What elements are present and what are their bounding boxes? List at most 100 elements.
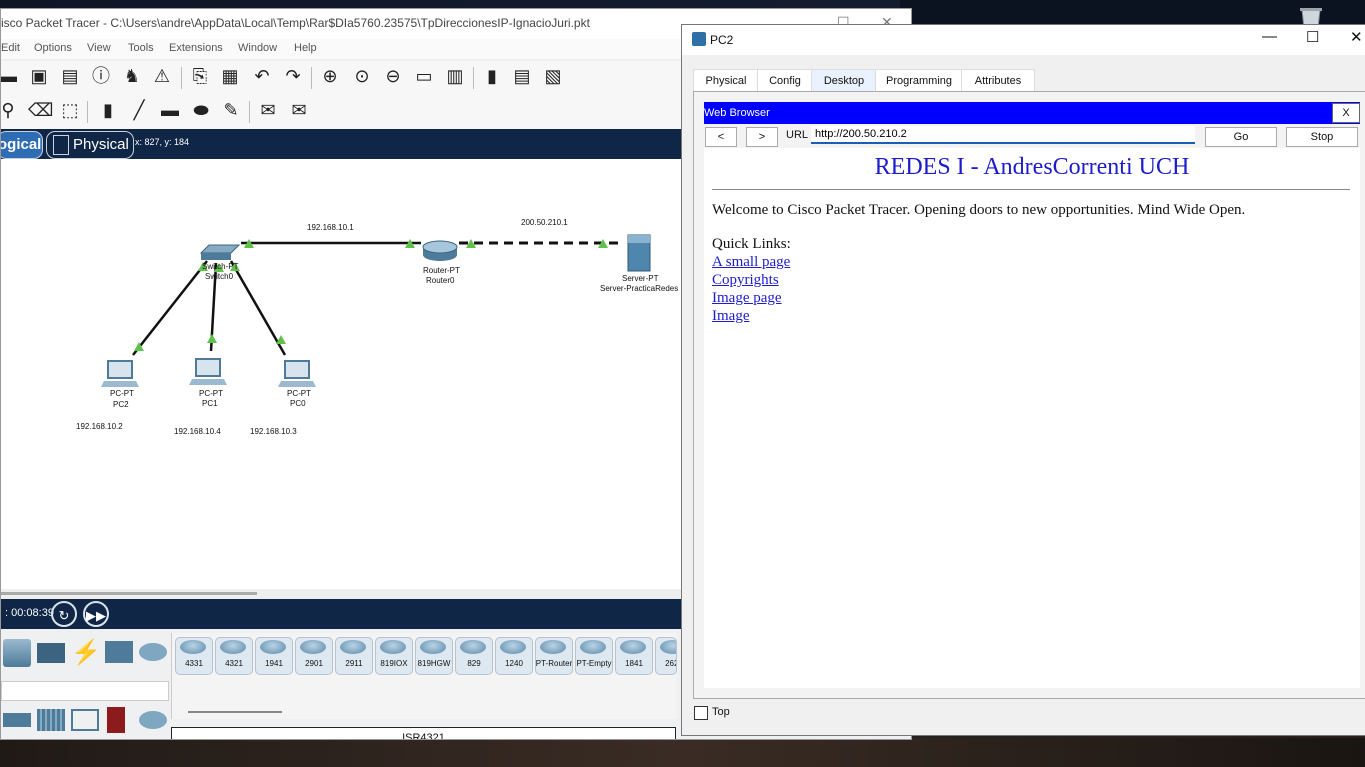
device-819iox[interactable]: 819IOX xyxy=(375,637,413,675)
menu-extensions[interactable]: Extensions xyxy=(169,42,223,54)
device-pt-router[interactable]: PT-Router xyxy=(535,637,573,675)
device-1841[interactable]: 1841 xyxy=(615,637,653,675)
inspect-icon[interactable]: ⚲ xyxy=(1,99,19,121)
link-small-page[interactable]: A small page xyxy=(712,254,790,271)
pc1-icon[interactable] xyxy=(189,358,227,385)
notes-icon[interactable]: ▮ xyxy=(481,65,503,87)
menu-view[interactable]: View xyxy=(87,42,111,54)
delete-icon[interactable]: ⌫ xyxy=(28,99,53,121)
page-divider xyxy=(712,189,1350,190)
switches-subcategory-icon[interactable] xyxy=(3,713,31,727)
rectangle-icon[interactable]: ▬ xyxy=(159,99,181,121)
tab-config[interactable]: Config xyxy=(757,69,813,92)
fast-forward-icon[interactable]: ▶▶ xyxy=(83,601,109,627)
welcome-text: Welcome to Cisco Packet Tracer. Opening … xyxy=(712,202,1246,218)
device-4321[interactable]: 4321 xyxy=(215,637,253,675)
info-icon[interactable]: ⓘ xyxy=(90,65,112,87)
image-icon[interactable]: ▧ xyxy=(542,65,564,87)
reset-time-icon[interactable]: ↻ xyxy=(51,601,77,627)
device-2620[interactable]: 2620 xyxy=(655,637,677,675)
menu-edit[interactable]: Edit xyxy=(1,42,20,54)
stop-button[interactable]: Stop xyxy=(1286,127,1358,147)
end-devices-category-icon[interactable] xyxy=(3,639,31,667)
switch-name-label: Switch0 xyxy=(205,272,234,281)
scroll-thumb[interactable] xyxy=(1,592,257,595)
device-2901[interactable]: 2901 xyxy=(295,637,333,675)
topology-diagram: 192.168.10.1 200.50.210.1 Switch-PT Swit… xyxy=(76,218,678,436)
freeform-icon[interactable]: ✎ xyxy=(220,99,242,121)
device-search-field[interactable] xyxy=(1,681,169,701)
tab-attributes[interactable]: Attributes xyxy=(961,69,1035,92)
copy-icon[interactable]: ⎘ xyxy=(189,65,211,87)
device-list-scrollbar[interactable] xyxy=(188,711,282,713)
top-checkbox-label: Top xyxy=(712,706,730,718)
components-category-icon[interactable] xyxy=(105,641,133,663)
device-pt-empty[interactable]: PT-Empty xyxy=(575,637,613,675)
zoom-reset-icon[interactable]: ⊙ xyxy=(351,65,373,87)
draw-line-icon[interactable]: ╱ xyxy=(128,99,150,121)
browser-page: REDES I - AndresCorrenti UCH Welcome to … xyxy=(704,148,1360,688)
drawing-palette-icon[interactable]: ▭ xyxy=(413,65,435,87)
physical-mode-button[interactable]: Physical xyxy=(46,131,134,159)
custom-devices-icon[interactable]: ▥ xyxy=(444,65,466,87)
menu-help[interactable]: Help xyxy=(294,42,317,54)
menu-tools[interactable]: Tools xyxy=(128,42,154,54)
zoom-out-icon[interactable]: ⊖ xyxy=(382,65,404,87)
horizontal-scrollbar[interactable] xyxy=(1,589,681,599)
simple-pdu-icon[interactable]: ✉ xyxy=(257,99,279,121)
logical-mode-button[interactable]: ogical xyxy=(1,131,43,159)
complex-pdu-icon[interactable]: ✉ xyxy=(288,99,310,121)
router-type-label: Router-PT xyxy=(423,266,460,275)
pc2-window: PC2 — ☐ ✕ Physical Config Desktop Progra… xyxy=(681,24,1365,736)
wan-emulation-subcategory-icon[interactable] xyxy=(139,711,167,729)
save-icon[interactable]: ▣ xyxy=(28,65,50,87)
minimize-icon[interactable]: — xyxy=(1262,28,1277,45)
pc0-icon[interactable] xyxy=(278,360,316,387)
device-4331[interactable]: 4331 xyxy=(175,637,213,675)
select-icon[interactable]: ⬚ xyxy=(59,99,81,121)
pc2-title-bar: PC2 — ☐ ✕ xyxy=(682,25,1365,55)
url-input[interactable] xyxy=(811,126,1195,144)
network-devices-category-icon[interactable] xyxy=(37,643,65,663)
redo-icon[interactable]: ↷ xyxy=(282,65,304,87)
logical-workspace[interactable]: 192.168.10.1 200.50.210.1 Switch-PT Swit… xyxy=(1,159,681,589)
tab-programming[interactable]: Programming xyxy=(875,69,963,92)
link-image[interactable]: Image xyxy=(712,308,749,325)
zoom-in-icon[interactable]: ⊕ xyxy=(319,65,341,87)
device-1240[interactable]: 1240 xyxy=(495,637,533,675)
open-icon[interactable]: ▬ xyxy=(1,65,19,87)
device-1941[interactable]: 1941 xyxy=(255,637,293,675)
print-icon[interactable]: ▤ xyxy=(59,65,81,87)
security-subcategory-icon[interactable] xyxy=(107,707,125,733)
pc2-icon[interactable] xyxy=(101,360,139,387)
go-button[interactable]: Go xyxy=(1205,127,1277,147)
note-icon[interactable]: ▮ xyxy=(97,99,119,121)
tab-physical[interactable]: Physical xyxy=(693,69,759,92)
device-829[interactable]: 829 xyxy=(455,637,493,675)
device-view-icon[interactable]: ▤ xyxy=(511,65,533,87)
network-info-icon[interactable]: ⚠ xyxy=(151,65,173,87)
server-icon[interactable] xyxy=(627,234,651,272)
top-checkbox[interactable] xyxy=(694,706,708,720)
connections-category-icon[interactable]: ⚡ xyxy=(71,639,101,667)
forward-button[interactable]: > xyxy=(746,127,778,147)
device-2911[interactable]: 2911 xyxy=(335,637,373,675)
link-copyrights[interactable]: Copyrights xyxy=(712,272,779,289)
link-image-page[interactable]: Image page xyxy=(712,290,782,307)
paste-icon[interactable]: ▦ xyxy=(219,65,241,87)
device-819hgw[interactable]: 819HGW xyxy=(415,637,453,675)
undo-icon[interactable]: ↶ xyxy=(251,65,273,87)
web-browser-close-button[interactable]: X xyxy=(1332,103,1360,123)
ellipse-icon[interactable]: ⬬ xyxy=(190,99,212,121)
wireless-subcategory-icon[interactable] xyxy=(71,709,99,731)
switch-icon[interactable] xyxy=(199,244,241,260)
multiuser-category-icon[interactable] xyxy=(139,643,167,661)
back-button[interactable]: < xyxy=(705,127,737,147)
close-icon[interactable]: ✕ xyxy=(1350,28,1363,46)
menu-window[interactable]: Window xyxy=(238,42,277,54)
menu-options[interactable]: Options xyxy=(34,42,72,54)
hubs-subcategory-icon[interactable] xyxy=(37,709,65,731)
wizard-icon[interactable]: ♞ xyxy=(121,65,143,87)
router-icon[interactable] xyxy=(422,240,458,261)
maximize-icon[interactable]: ☐ xyxy=(1306,28,1319,46)
